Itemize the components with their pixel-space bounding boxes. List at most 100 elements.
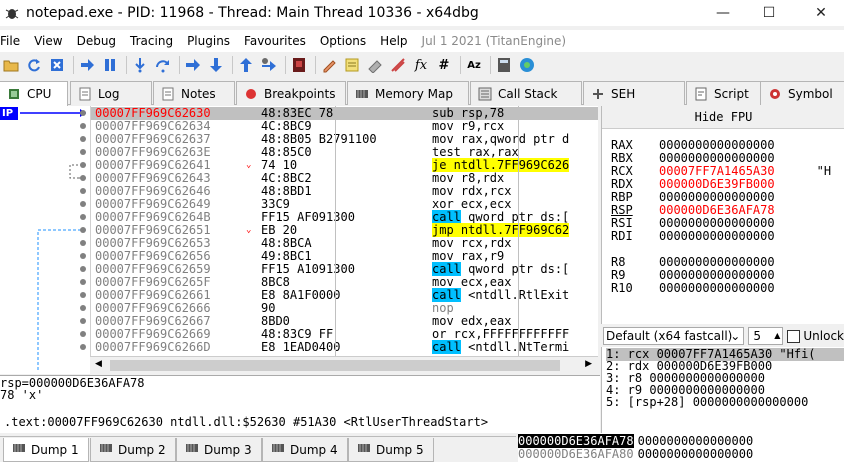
open-icon[interactable] <box>1 55 21 75</box>
tab-dump-3[interactable]: Dump 3 <box>176 438 262 462</box>
register-row[interactable] <box>611 242 659 256</box>
menu-bar: File View Debug Tracing Plugins Favourit… <box>0 30 844 52</box>
bookmark-icon[interactable] <box>365 55 385 75</box>
comment-icon[interactable] <box>319 55 339 75</box>
menu-plugins[interactable]: Plugins <box>180 34 237 48</box>
menu-tracing[interactable]: Tracing <box>123 34 180 48</box>
register-row[interactable]: RBX 0000000000000000 <box>611 151 775 165</box>
stack-value: 0000000000000000 <box>637 434 754 448</box>
breakpoint-dot[interactable] <box>80 331 86 337</box>
tab-dump-1[interactable]: Dump 1 <box>3 438 89 462</box>
menu-file[interactable]: File <box>0 34 27 48</box>
breakpoint-dot[interactable] <box>80 136 86 142</box>
calling-convention-select[interactable]: Default (x64 fastcall) ⌄ <box>603 327 745 345</box>
patch-icon[interactable] <box>289 55 309 75</box>
tab-cpu[interactable]: CPU <box>0 81 68 106</box>
call-argument[interactable]: 5: [rsp+28] 0000000000000000 <box>606 396 808 409</box>
tab-dump-5[interactable]: Dump 5 <box>348 438 434 462</box>
register-row[interactable]: R9 0000000000000000 <box>611 268 775 282</box>
breakpoint-dot[interactable] <box>80 214 86 220</box>
label-icon[interactable] <box>342 55 362 75</box>
stack-view[interactable]: 000000D6E36AFA78 0000000000000000 000000D6… <box>518 433 844 462</box>
argument-count-spinner[interactable]: 5▲▼ <box>748 327 784 356</box>
tab-script[interactable]: Script <box>686 81 766 105</box>
register-row[interactable]: R10 0000000000000000 <box>611 281 775 295</box>
menu-view[interactable]: View <box>27 34 69 48</box>
step-into-icon[interactable] <box>130 55 150 75</box>
disasm-row[interactable]: 00007FF969C6266D E8 1EAD0400 call <ntdll.N… <box>91 340 598 354</box>
register-row[interactable]: RDX 000000D6E39FB000 <box>611 177 775 191</box>
tab-dump-4[interactable]: Dump 4 <box>262 438 348 462</box>
breakpoint-dot[interactable] <box>80 253 86 259</box>
script-icon <box>693 86 709 102</box>
register-row[interactable]: RAX 0000000000000000 <box>611 138 775 152</box>
breakpoint-dot[interactable] <box>80 318 86 324</box>
hide-fpu-button[interactable]: Hide FPU <box>602 106 844 129</box>
breakpoint-dot[interactable] <box>80 240 86 246</box>
menu-debug[interactable]: Debug <box>70 34 123 48</box>
close-icon[interactable] <box>47 55 67 75</box>
disassembly-hscrollbar[interactable]: ◀ ▶ <box>90 356 598 373</box>
hash-icon[interactable] <box>388 55 408 75</box>
tab-notes[interactable]: Notes <box>153 81 235 105</box>
tab-log[interactable]: Log <box>70 81 152 105</box>
step-over-icon[interactable] <box>153 55 173 75</box>
register-row[interactable]: RSP 000000D6E36AFA78 <box>611 203 775 217</box>
function-icon[interactable]: fx <box>411 55 431 75</box>
branch-gutter <box>0 106 90 374</box>
breakpoint-dot[interactable] <box>80 227 86 233</box>
symbol-icon[interactable]: # <box>434 55 454 75</box>
scroll-thumb[interactable] <box>110 360 560 371</box>
breakpoint-dot[interactable] <box>80 188 86 194</box>
tab-call-stack[interactable]: Call Stack <box>470 81 582 105</box>
breakpoint-dot[interactable] <box>80 344 86 350</box>
register-row[interactable]: RCX 00007FF7A1465A30 "H <box>611 164 831 178</box>
font-icon[interactable]: Az <box>464 55 484 75</box>
call-arguments-view[interactable]: 1: rcx 00007FF7A1465A30 "Hfi(2: rdx 0000… <box>601 347 844 433</box>
instruction-pointer-marker: IP <box>0 107 18 120</box>
unlock-checkbox[interactable]: Unlock <box>787 329 844 343</box>
help-icon[interactable] <box>517 55 537 75</box>
disasm-operands: ntdll.7FF969C626 <box>446 158 570 172</box>
disassembly-view[interactable]: 00007FF969C62630 48:83EC 78 sub rsp,78 0000… <box>90 106 598 356</box>
restart-icon[interactable] <box>24 55 44 75</box>
breakpoint-dot[interactable] <box>80 149 86 155</box>
disasm-mnemonic: je <box>432 158 447 172</box>
stack-row[interactable]: 000000D6E36AFA80 0000000000000000 <box>518 448 753 461</box>
trace-over-icon[interactable] <box>206 55 226 75</box>
registers-panel: Hide FPU RAX 0000000000000000 RBX 000000000… <box>601 106 844 324</box>
trace-into-icon[interactable] <box>183 55 203 75</box>
scroll-right-icon[interactable]: ▶ <box>585 359 592 369</box>
breakpoint-dot[interactable] <box>80 279 86 285</box>
breakpoint-dot[interactable] <box>80 123 86 129</box>
run-icon[interactable] <box>77 55 97 75</box>
close-button[interactable]: ✕ <box>798 0 844 26</box>
register-row[interactable]: RDI 0000000000000000 <box>611 229 775 243</box>
menu-favourites[interactable]: Favourites <box>237 34 313 48</box>
minimize-button[interactable]: — <box>700 0 746 26</box>
scroll-left-icon[interactable]: ◀ <box>95 359 102 369</box>
tab-memory-map[interactable]: Memory Map <box>347 81 469 105</box>
register-row[interactable]: R8 0000000000000000 <box>611 255 775 269</box>
breakpoint-dot[interactable] <box>80 305 86 311</box>
pause-icon[interactable] <box>100 55 120 75</box>
maximize-button[interactable]: ☐ <box>746 0 792 26</box>
run-to-user-code-icon[interactable] <box>259 55 279 75</box>
execute-till-return-icon[interactable] <box>236 55 256 75</box>
tab-dump-2[interactable]: Dump 2 <box>90 438 176 462</box>
breakpoint-dot[interactable] <box>80 292 86 298</box>
breakpoint-dot[interactable] <box>80 266 86 272</box>
menu-help[interactable]: Help <box>373 34 414 48</box>
tab-breakpoints[interactable]: Breakpoints <box>236 81 346 105</box>
breakpoint-dot[interactable] <box>80 110 86 116</box>
tab-symbols[interactable]: Symbol <box>760 81 844 105</box>
breakpoint-dot[interactable] <box>80 162 86 168</box>
menu-options[interactable]: Options <box>313 34 373 48</box>
tab-seh[interactable]: SEH <box>583 81 685 105</box>
calculator-icon[interactable] <box>494 55 514 75</box>
breakpoint-dot[interactable] <box>80 175 86 181</box>
breakpoint-dot[interactable] <box>80 201 86 207</box>
register-name: R9 <box>611 268 626 282</box>
register-row[interactable]: RSI 0000000000000000 <box>611 216 775 230</box>
register-row[interactable]: RBP 0000000000000000 <box>611 190 775 204</box>
